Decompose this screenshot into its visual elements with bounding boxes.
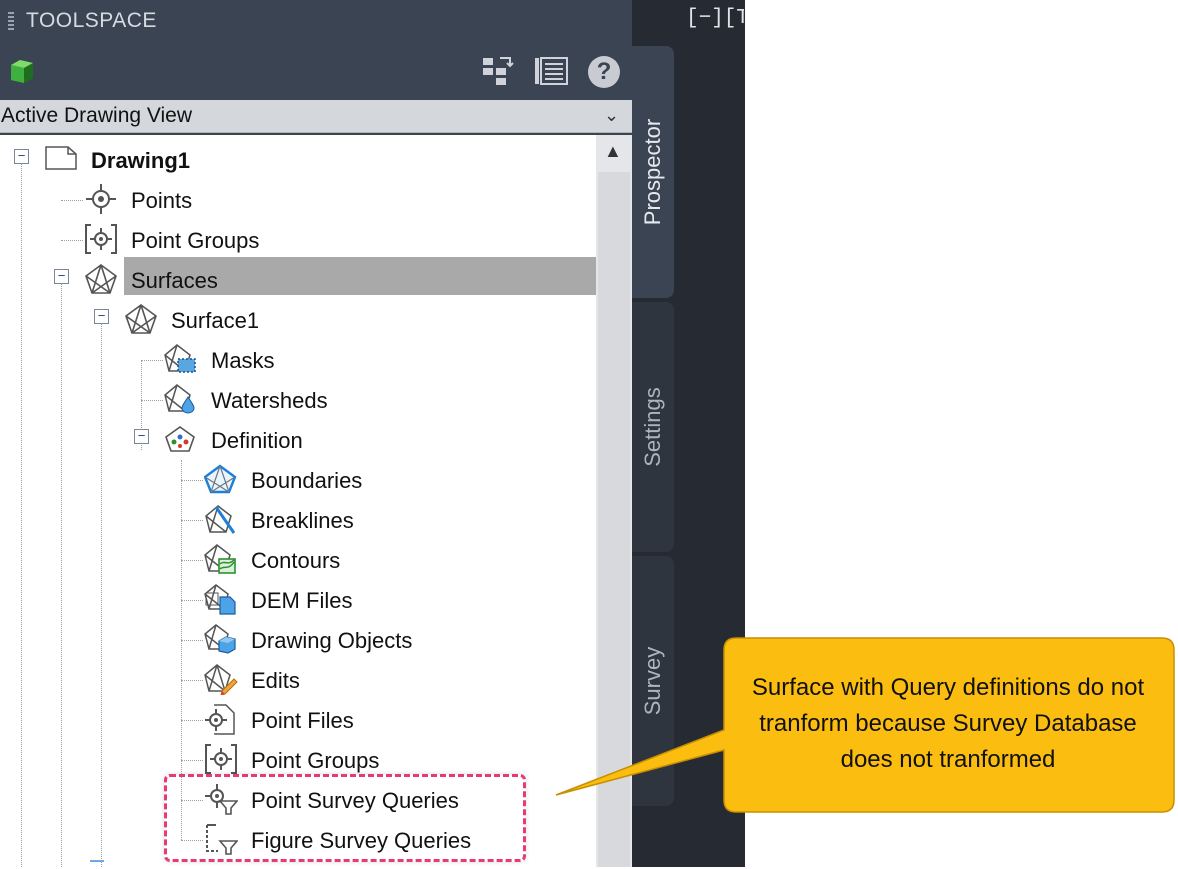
- tree-item-masks[interactable]: Masks: [164, 343, 364, 377]
- collapse-toggle-surface1[interactable]: −: [94, 309, 109, 324]
- view-selector-value: Active Drawing View: [1, 104, 193, 127]
- help-icon[interactable]: ?: [588, 56, 620, 88]
- partial-tree-item: [90, 860, 104, 869]
- watershed-icon: [164, 384, 195, 414]
- tree-item-breaklines[interactable]: Breaklines: [204, 503, 424, 537]
- boundary-icon: [204, 464, 237, 494]
- tree-item-label: Contours: [251, 548, 341, 573]
- query-items-highlight-box: [164, 774, 526, 862]
- tree-guide-line: [181, 480, 203, 481]
- tree-item-label: Edits: [251, 668, 300, 693]
- tab-label: Prospector: [640, 118, 665, 226]
- tree-item-boundaries[interactable]: Boundaries: [204, 463, 424, 497]
- cube-icon[interactable]: [7, 56, 37, 86]
- tree-item-label: Drawing1: [91, 148, 191, 173]
- tree-item-label: Point Groups: [131, 228, 260, 253]
- tree-item-drawing1[interactable]: Drawing1: [44, 143, 264, 177]
- tree-item-point-groups[interactable]: Point Groups: [84, 223, 324, 257]
- panel-title: TOOLSPACE: [26, 9, 157, 32]
- tree-item-label: Masks: [211, 348, 275, 373]
- dem-file-icon: [204, 584, 236, 615]
- tree-guide-line: [61, 240, 83, 241]
- tree-guide-line: [141, 360, 163, 361]
- tree-guide-line: [181, 520, 203, 521]
- tree-guide-line: [181, 560, 203, 561]
- panorama-list-icon[interactable]: [533, 54, 569, 88]
- tree-item-contours[interactable]: Contours: [204, 543, 424, 577]
- tab-settings[interactable]: Settings: [632, 302, 674, 552]
- point-group-icon: [205, 744, 237, 774]
- tree-item-label: Point Groups: [251, 748, 380, 773]
- callout-text: Surface with Query definitions do not tr…: [751, 674, 1145, 773]
- tree-item-definition[interactable]: Definition: [164, 423, 384, 457]
- tree-item-dem-files[interactable]: DEM Files: [204, 583, 424, 617]
- surface-icon: [125, 304, 157, 334]
- tree-item-label: DEM Files: [251, 588, 353, 613]
- tree-item-label: Watersheds: [211, 388, 328, 413]
- tree-guide-line: [181, 760, 203, 761]
- tree-item-label: Point Files: [251, 708, 354, 733]
- point-icon: [86, 184, 116, 214]
- tree-item-label: Surfaces: [131, 268, 218, 293]
- view-selector-dropdown[interactable]: Active Drawing View ⌄: [0, 100, 632, 133]
- tree-guide-line: [141, 400, 163, 401]
- mask-icon: [164, 344, 196, 373]
- viewport-controls-label[interactable]: [−][To: [686, 7, 744, 30]
- contour-icon: [204, 544, 236, 574]
- tree-item-surface1[interactable]: Surface1: [124, 303, 344, 337]
- toolbar: ?: [0, 42, 632, 100]
- tree-item-drawing-objects[interactable]: Drawing Objects: [204, 623, 464, 657]
- drawing-icon: [45, 146, 77, 170]
- tree-item-definition-point-groups[interactable]: Point Groups: [204, 743, 424, 777]
- drawing-object-icon: [204, 624, 236, 654]
- edit-icon: [204, 664, 238, 695]
- surface-icon: [85, 264, 117, 294]
- tree-item-points[interactable]: Points: [84, 183, 284, 217]
- collapse-toggle-surfaces[interactable]: −: [54, 269, 69, 284]
- tree-guide-line: [101, 320, 102, 867]
- tree-item-edits[interactable]: Edits: [204, 663, 404, 697]
- tree-item-watersheds[interactable]: Watersheds: [164, 383, 384, 417]
- tab-prospector[interactable]: Prospector: [632, 46, 674, 298]
- collapse-toggle-definition[interactable]: −: [134, 429, 149, 444]
- tree-item-label: Points: [131, 188, 193, 213]
- point-group-icon: [85, 224, 117, 254]
- tree-item-surfaces[interactable]: Surfaces: [84, 263, 324, 297]
- tree-guide-line: [181, 720, 203, 721]
- scroll-up-icon[interactable]: ▲: [604, 141, 622, 162]
- tree-item-label: Boundaries: [251, 468, 363, 493]
- tree-item-label: Definition: [211, 428, 303, 453]
- tree-guide-line: [61, 200, 83, 201]
- tree-guide-line: [181, 680, 203, 681]
- tree-guide-line: [181, 600, 203, 601]
- point-file-icon: [205, 704, 235, 735]
- tree-item-point-files[interactable]: Point Files: [204, 703, 424, 737]
- item-view-toggle-icon[interactable]: [480, 54, 516, 88]
- breakline-icon: [205, 505, 236, 534]
- tree-guide-line: [21, 161, 22, 867]
- tree-item-label: Drawing Objects: [251, 628, 413, 653]
- tree-item-label: Breaklines: [251, 508, 354, 533]
- tree-item-label: Surface1: [171, 308, 260, 333]
- tab-label: Settings: [640, 387, 665, 467]
- title-bar[interactable]: TOOLSPACE: [0, 0, 632, 42]
- collapse-toggle-drawing1[interactable]: −: [14, 149, 29, 164]
- chevron-down-icon[interactable]: ⌄: [604, 105, 619, 126]
- drag-grip-icon[interactable]: [8, 12, 14, 30]
- tree-guide-line: [181, 640, 203, 641]
- definition-icon: [165, 426, 195, 452]
- tree-guide-line: [61, 280, 62, 867]
